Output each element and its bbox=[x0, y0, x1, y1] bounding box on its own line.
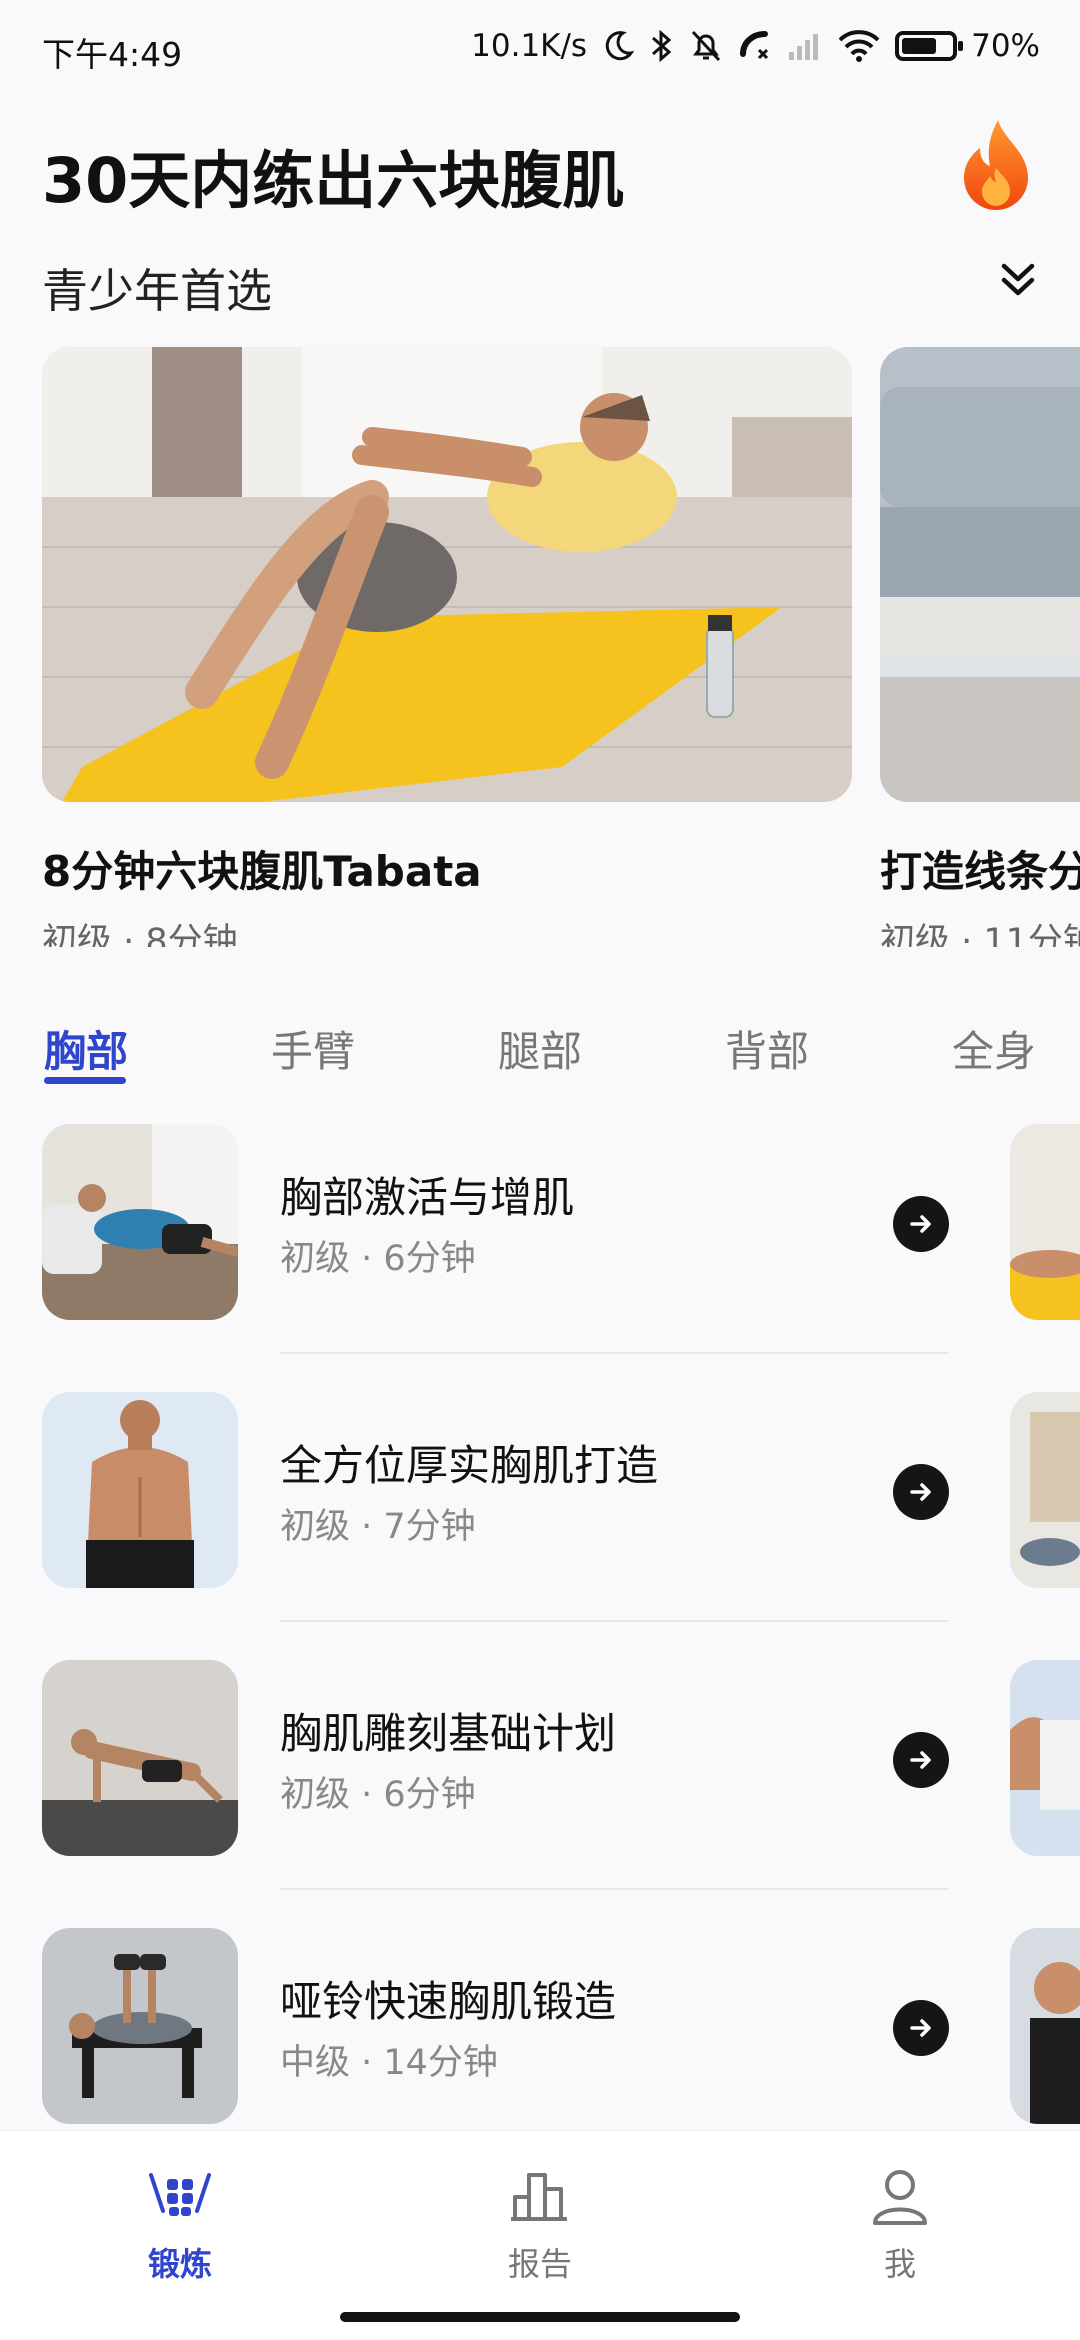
workout-list-item[interactable]: 胸部激活与增肌 初级 · 6分钟 bbox=[0, 1120, 1080, 1320]
bottom-nav: 锻炼 报告 我 bbox=[0, 2130, 1080, 2340]
bell-muted-icon bbox=[689, 26, 723, 66]
arrow-right-icon bbox=[910, 2019, 931, 2037]
workout-title: 哑铃快速胸肌锻造 bbox=[280, 1977, 617, 2026]
nav-workout[interactable]: 锻炼 bbox=[80, 2161, 280, 2285]
workout-thumbnail bbox=[42, 1124, 238, 1320]
nav-profile[interactable]: 我 bbox=[800, 2161, 1000, 2285]
flame-icon[interactable] bbox=[958, 118, 1034, 212]
status-time: 下午4:49 bbox=[42, 35, 183, 74]
workout-meta: 初级 · 7分钟 bbox=[280, 1507, 476, 1547]
arrow-right-icon bbox=[910, 1751, 931, 1769]
bluetooth-icon bbox=[649, 26, 675, 66]
featured-card-image bbox=[880, 347, 1080, 802]
workout-thumbnail-next bbox=[1010, 1928, 1080, 2124]
wifi-icon bbox=[837, 26, 881, 66]
signal-icon bbox=[787, 26, 823, 66]
workout-title: 全方位厚实胸肌打造 bbox=[280, 1441, 659, 1490]
workout-list-item[interactable]: 胸肌雕刻基础计划 初级 · 6分钟 bbox=[0, 1656, 1080, 1856]
divider bbox=[280, 1888, 948, 1890]
start-workout-button[interactable] bbox=[893, 1464, 949, 1520]
workout-thumbnail bbox=[42, 1928, 238, 2124]
status-bar: 下午4:49 10.1K/s 70% bbox=[0, 0, 1080, 100]
tab-chest[interactable]: 胸部 bbox=[44, 1018, 128, 1079]
featured-card-meta: 初级 · 8分钟 bbox=[42, 922, 238, 947]
start-workout-button[interactable] bbox=[893, 2000, 949, 2056]
moon-icon bbox=[601, 26, 635, 66]
workout-icon bbox=[149, 2173, 211, 2216]
workout-thumbnail-next bbox=[1010, 1660, 1080, 1856]
workout-title: 胸肌雕刻基础计划 bbox=[280, 1709, 617, 1758]
featured-section-title: 青少年首选 bbox=[42, 264, 272, 318]
battery-icon bbox=[895, 31, 964, 61]
featured-card-image bbox=[42, 347, 852, 802]
start-workout-button[interactable] bbox=[893, 1196, 949, 1252]
arrow-right-icon bbox=[910, 1215, 931, 1233]
battery-level bbox=[902, 38, 937, 54]
featured-card-title: 8分钟六块腹肌Tabata bbox=[42, 847, 482, 896]
divider bbox=[280, 1620, 948, 1622]
workout-title: 胸部激活与增肌 bbox=[280, 1173, 575, 1222]
nav-label: 锻炼 bbox=[147, 2245, 212, 2283]
workout-thumbnail-next bbox=[1010, 1392, 1080, 1588]
featured-card[interactable]: 8分钟六块腹肌Tabata 初级 · 8分钟 bbox=[42, 347, 852, 947]
workout-meta: 初级 · 6分钟 bbox=[280, 1239, 476, 1279]
start-workout-button[interactable] bbox=[893, 1732, 949, 1788]
workout-meta: 初级 · 6分钟 bbox=[280, 1775, 476, 1815]
tab-arms[interactable]: 手臂 bbox=[271, 1018, 355, 1079]
workout-thumbnail bbox=[42, 1660, 238, 1856]
workout-thumbnail-next bbox=[1010, 1124, 1080, 1320]
workout-thumbnail bbox=[42, 1392, 238, 1588]
featured-card-meta: 初级 · 11分钟 bbox=[880, 922, 1080, 947]
profile-icon bbox=[873, 2170, 927, 2225]
home-indicator[interactable] bbox=[340, 2312, 740, 2322]
double-chevron-down-icon[interactable] bbox=[996, 258, 1040, 302]
workout-list[interactable]: 胸部激活与增肌 初级 · 6分钟 全方位厚实胸肌打造 初级 · 7分钟 胸肌雕刻… bbox=[0, 1120, 1080, 2130]
featured-card[interactable]: 打造线条分 初级 · 11分钟 bbox=[880, 347, 1080, 947]
arrow-right-icon bbox=[910, 1483, 931, 1501]
tab-back[interactable]: 背部 bbox=[725, 1018, 809, 1079]
tab-legs[interactable]: 腿部 bbox=[498, 1018, 582, 1079]
network-speed: 10.1K/s bbox=[471, 28, 588, 64]
workout-meta: 中级 · 14分钟 bbox=[280, 2043, 498, 2083]
nav-label: 报告 bbox=[507, 2245, 572, 2283]
tab-active-indicator bbox=[44, 1077, 126, 1084]
featured-card-title: 打造线条分 bbox=[880, 847, 1080, 896]
divider bbox=[280, 1352, 948, 1354]
workout-list-item[interactable]: 哑铃快速胸肌锻造 中级 · 14分钟 bbox=[0, 1924, 1080, 2124]
bar-chart-icon bbox=[511, 2173, 567, 2221]
nav-report[interactable]: 报告 bbox=[440, 2161, 640, 2285]
nav-label: 我 bbox=[883, 2245, 916, 2283]
page-title: 30天内练出六块腹肌 bbox=[42, 144, 625, 217]
call-icon bbox=[737, 26, 773, 66]
featured-carousel[interactable]: 8分钟六块腹肌Tabata 初级 · 8分钟 打造线条分 初级 · 11分钟 bbox=[42, 347, 1080, 947]
status-icons: 10.1K/s 70% bbox=[471, 26, 1040, 66]
category-tabs: 胸部 手臂 腿部 背部 全身 bbox=[0, 1010, 1080, 1090]
workout-list-item[interactable]: 全方位厚实胸肌打造 初级 · 7分钟 bbox=[0, 1388, 1080, 1588]
battery-percent: 70% bbox=[971, 28, 1040, 64]
tab-full-body[interactable]: 全身 bbox=[952, 1018, 1036, 1079]
